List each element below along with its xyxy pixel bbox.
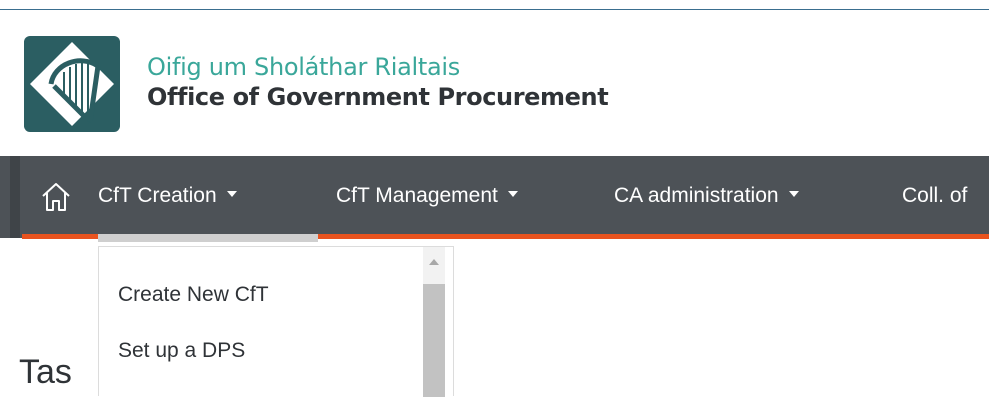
nav-cft-creation[interactable]: CfT Creation (98, 178, 237, 214)
cft-creation-dropdown: Create New CfT Set up a DPS (98, 246, 454, 397)
active-tab-indicator (98, 234, 318, 242)
nav-ca-administration[interactable]: CA administration (614, 178, 799, 214)
brand-name-irish: Oifig um Sholáthar Rialtais (147, 53, 460, 81)
caret-down-icon (226, 191, 237, 198)
caret-down-icon (788, 191, 799, 198)
dropdown-item-set-up-dps[interactable]: Set up a DPS (118, 339, 245, 363)
home-icon[interactable] (38, 179, 74, 215)
brand-wordmark[interactable]: Oifig um Sholáthar Rialtais Office of Go… (147, 52, 609, 112)
harp-logo-icon[interactable] (24, 36, 120, 132)
caret-down-icon (507, 191, 518, 198)
nav-cft-management-label: CfT Management (336, 184, 498, 207)
nav-cft-creation-label: CfT Creation (98, 184, 217, 207)
navbar-left-edge (10, 156, 20, 238)
brand-name-english: Office of Government Procurement (147, 83, 609, 111)
top-divider (0, 9, 989, 10)
scroll-up-arrow-icon[interactable] (429, 259, 439, 265)
dropdown-item-create-new-cft[interactable]: Create New CfT (118, 283, 269, 307)
nav-coll-of[interactable]: Coll. of (902, 178, 967, 214)
dropdown-scrollbar[interactable] (423, 247, 445, 397)
scrollbar-thumb[interactable] (423, 284, 445, 397)
page-title: Tas (19, 352, 72, 391)
nav-coll-of-label: Coll. of (902, 184, 968, 207)
nav-cft-management[interactable]: CfT Management (336, 178, 518, 214)
nav-ca-administration-label: CA administration (614, 184, 779, 207)
